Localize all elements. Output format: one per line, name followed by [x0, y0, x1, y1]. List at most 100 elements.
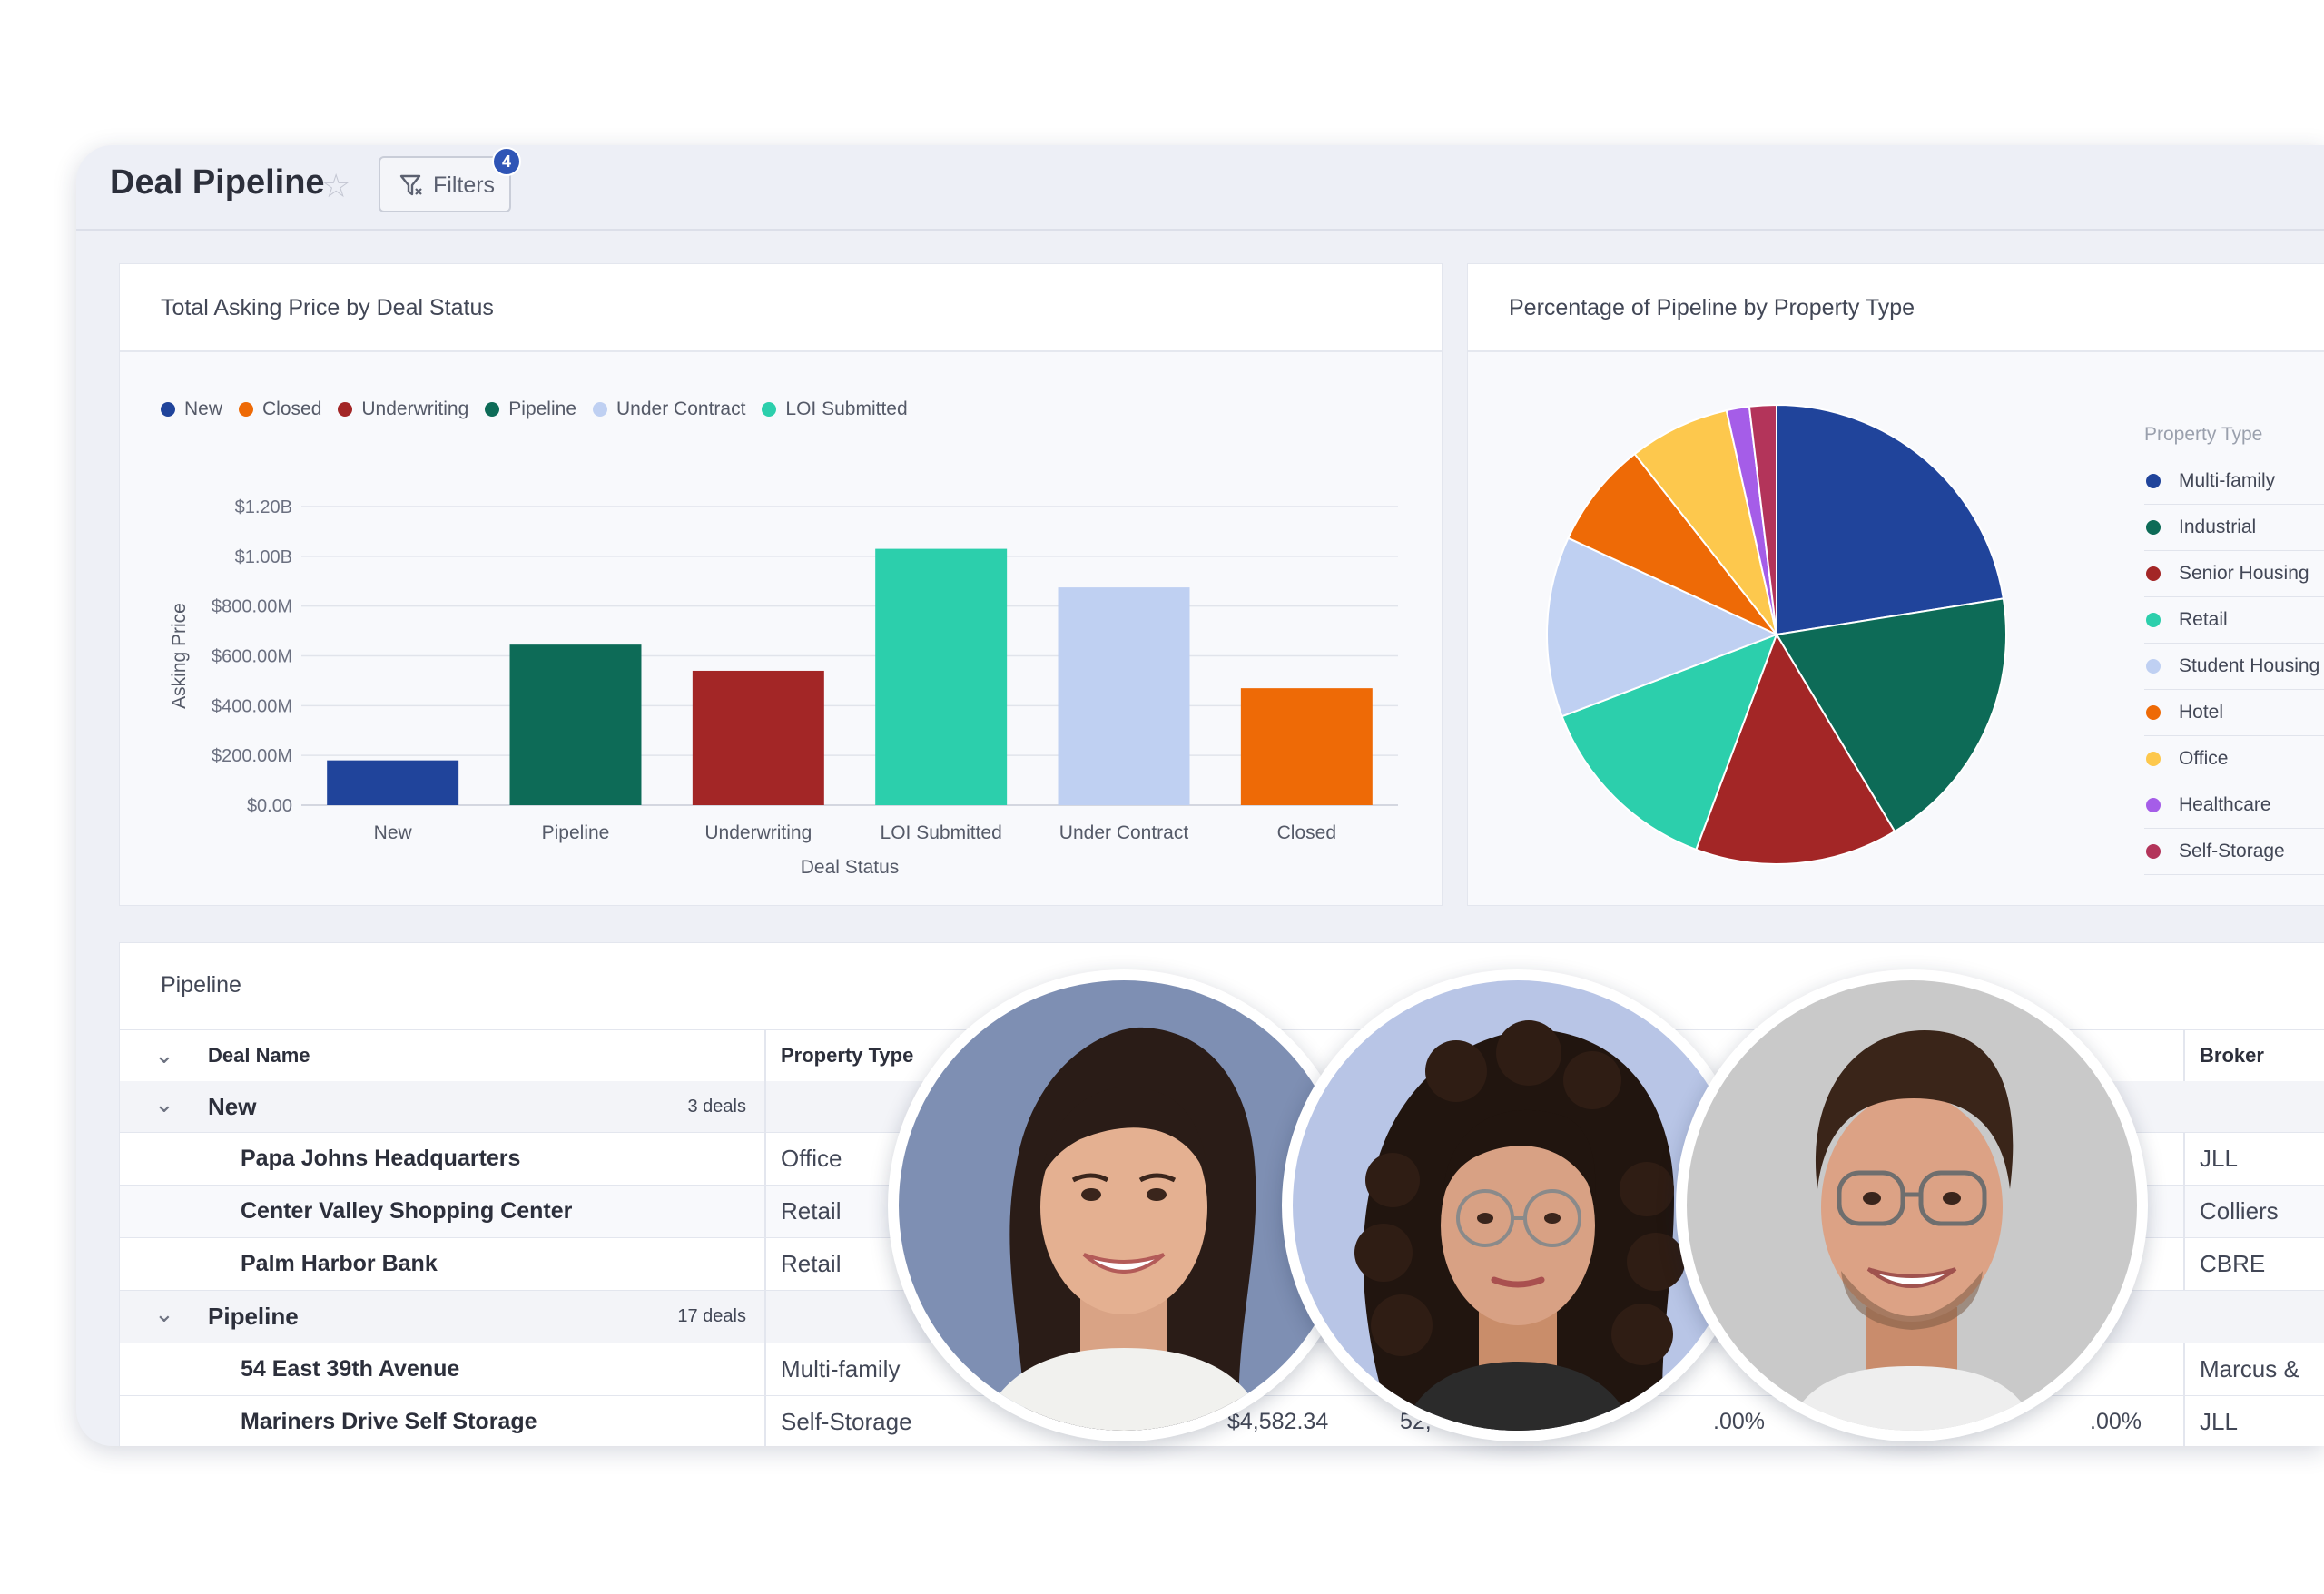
column-divider [764, 1396, 766, 1446]
pie-chart-legend: Multi-family Industrial Senior Housing Reta… [2144, 458, 2324, 875]
bar [1058, 587, 1190, 805]
y-tick-label: $1.20B [235, 497, 292, 517]
legend-dot [2146, 659, 2161, 674]
deal-name[interactable]: Center Valley Shopping Center [241, 1186, 749, 1237]
column-divider [2183, 1343, 2185, 1395]
legend-dot [2146, 705, 2161, 720]
filters-button[interactable]: Filters [379, 156, 511, 212]
chevron-down-icon[interactable]: ⌄ [154, 1300, 174, 1328]
legend-dot [2146, 520, 2161, 535]
pie-chart [1546, 403, 2007, 865]
y-tick-label: $400.00M [212, 696, 292, 716]
deal-name[interactable]: Palm Harbor Bank [241, 1238, 749, 1290]
x-tick-label: Under Contract [1059, 822, 1189, 843]
broker: CBRE [2200, 1250, 2266, 1277]
legend-dot [2146, 752, 2161, 766]
screenshot-frame: Deal Pipeline ☆ Filters 4 Total Asking P… [0, 0, 2324, 1594]
bar [692, 670, 824, 805]
partial-percent: .00% [2090, 1409, 2142, 1434]
filters-count-badge: 4 [492, 147, 521, 176]
column-divider [2183, 1133, 2185, 1185]
column-divider [2183, 1396, 2185, 1446]
pie-legend-title: Property Type [2144, 424, 2263, 445]
column-divider [764, 1030, 766, 1081]
chevron-down-icon[interactable]: ⌄ [154, 1090, 174, 1118]
bar [875, 548, 1008, 805]
filter-icon [399, 174, 422, 196]
legend-item[interactable]: Hotel [2144, 690, 2324, 736]
column-divider [764, 1133, 766, 1185]
legend-item[interactable]: Healthcare [2144, 782, 2324, 829]
group-name: New [208, 1092, 257, 1120]
dashboard-header: Deal Pipeline ☆ Filters 4 [76, 145, 2324, 231]
broker: Colliers [2200, 1197, 2279, 1225]
x-tick-label: LOI Submitted [881, 822, 1002, 843]
avatar [1676, 969, 2148, 1441]
pie-chart-card: Percentage of Pipeline by Property Type … [1467, 263, 2324, 906]
bar-chart: $0.00 $200.00M $400.00M $600.00M $800.00M $1.… [169, 497, 1398, 878]
legend-dot [2146, 613, 2161, 627]
legend-item[interactable]: Industrial [2144, 505, 2324, 551]
page-title: Deal Pipeline [110, 163, 325, 202]
legend-item[interactable]: Student Housing [2144, 644, 2324, 690]
partial-percent: .00% [1713, 1409, 1765, 1434]
table-title: Pipeline [161, 972, 241, 998]
bar [1240, 688, 1373, 805]
legend-dot [2146, 474, 2161, 488]
x-tick-label: Underwriting [704, 822, 812, 843]
bar [509, 644, 642, 805]
legend-label: Student Housing [2179, 655, 2320, 676]
bar [327, 760, 459, 805]
star-icon[interactable]: ☆ [321, 167, 350, 205]
pie-slice [1776, 403, 2005, 636]
y-tick-label: $600.00M [212, 647, 292, 667]
legend-dot [2146, 844, 2161, 859]
deal-name[interactable]: Papa Johns Headquarters [241, 1133, 749, 1185]
avatar-man-glasses [1687, 980, 2137, 1431]
column-header-broker[interactable]: Broker [2200, 1030, 2318, 1081]
y-tick-label: $0.00 [247, 796, 292, 816]
legend-label: Hotel [2179, 702, 2224, 723]
column-divider [764, 1343, 766, 1395]
property-type: Self-Storage [781, 1408, 912, 1435]
chevron-down-icon[interactable]: ⌄ [154, 1041, 174, 1069]
broker: JLL [2200, 1145, 2238, 1172]
legend-item[interactable]: Retail [2144, 597, 2324, 644]
legend-dot [2146, 566, 2161, 581]
legend-label: Self-Storage [2179, 841, 2285, 861]
deal-name[interactable]: Mariners Drive Self Storage [241, 1396, 749, 1446]
deal-name[interactable]: 54 East 39th Avenue [241, 1343, 749, 1395]
x-axis-label: Deal Status [801, 857, 900, 878]
column-divider [2183, 1030, 2185, 1081]
column-divider [764, 1238, 766, 1290]
bar-chart-card: Total Asking Price by Deal Status New Clo… [119, 263, 1443, 906]
legend-label: Senior Housing [2179, 563, 2309, 584]
legend-label: Retail [2179, 609, 2228, 630]
legend-item[interactable]: Self-Storage [2144, 829, 2324, 875]
x-tick-label: Pipeline [542, 822, 610, 843]
legend-item[interactable]: Multi-family [2144, 458, 2324, 505]
y-axis-label: Asking Price [169, 603, 190, 709]
column-divider [764, 1291, 766, 1343]
y-tick-label: $800.00M [212, 597, 292, 617]
legend-label: Multi-family [2179, 470, 2276, 491]
column-divider [764, 1081, 766, 1132]
column-divider [2183, 1186, 2185, 1237]
group-name: Pipeline [208, 1303, 299, 1330]
filters-label: Filters [433, 172, 496, 198]
column-divider [2183, 1238, 2185, 1290]
broker: Marcus & [2200, 1355, 2299, 1382]
x-tick-label: New [374, 822, 413, 843]
y-tick-label: $200.00M [212, 746, 292, 766]
legend-dot [2146, 798, 2161, 812]
x-tick-label: Closed [1277, 822, 1336, 843]
group-count: 17 deals [677, 1306, 746, 1326]
legend-label: Industrial [2179, 517, 2257, 537]
group-count: 3 deals [687, 1096, 747, 1117]
column-header-deal-name[interactable]: Deal Name [208, 1030, 753, 1081]
column-divider [764, 1186, 766, 1237]
legend-item[interactable]: Office [2144, 736, 2324, 782]
legend-item[interactable]: Senior Housing [2144, 551, 2324, 597]
legend-label: Office [2179, 748, 2229, 769]
legend-label: Healthcare [2179, 794, 2271, 815]
